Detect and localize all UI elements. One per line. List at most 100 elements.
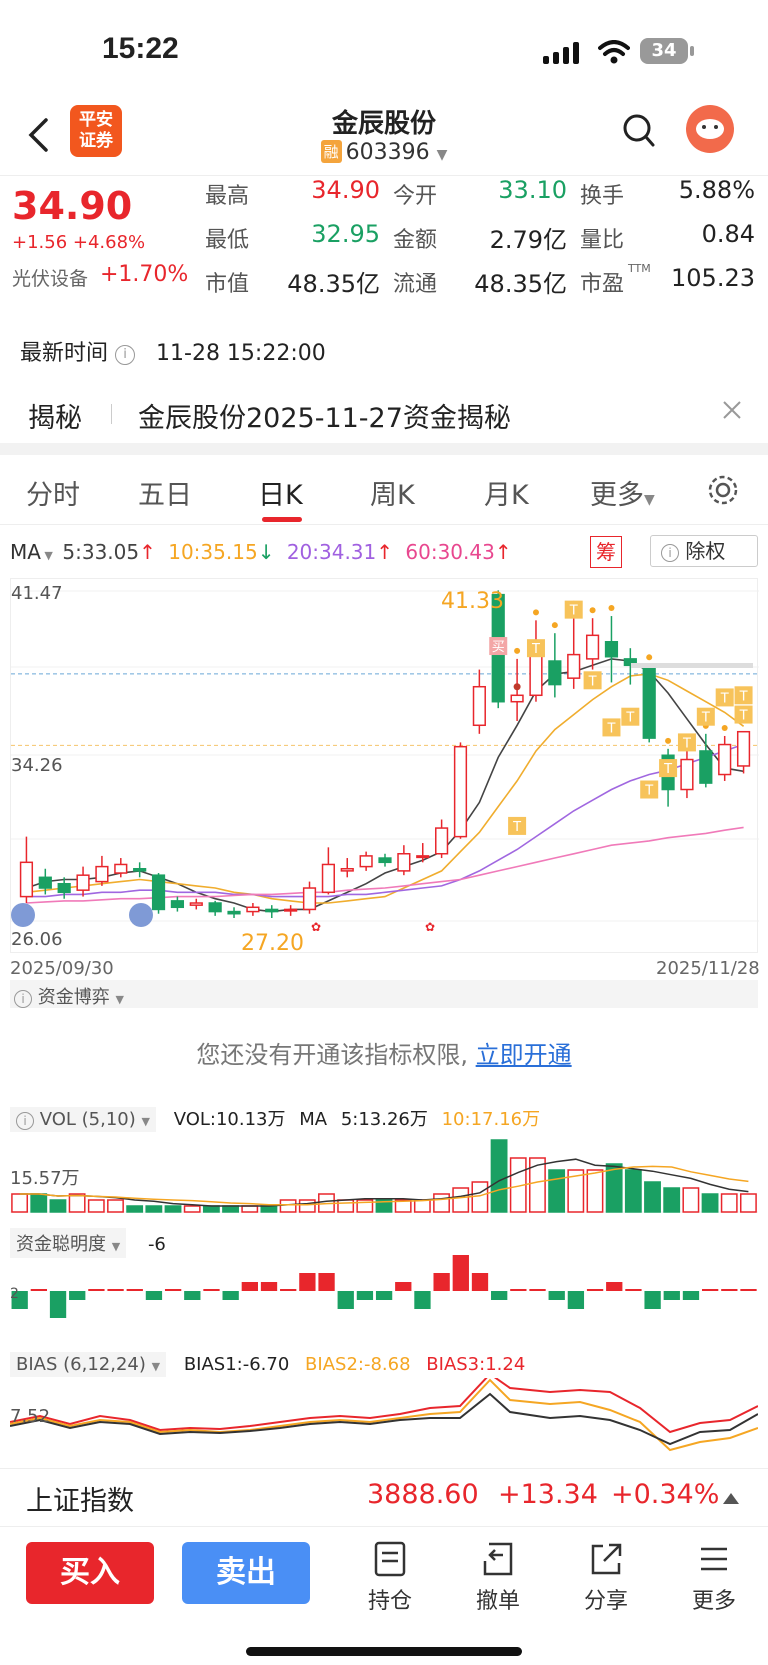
smart-bar — [241, 1282, 258, 1291]
tab-intraday[interactable]: 分时 — [26, 473, 80, 512]
tab-five-day[interactable]: 五日 — [138, 473, 192, 512]
t-marker: T — [621, 707, 640, 726]
vol-ma-label: MA — [299, 1109, 328, 1130]
vol-axis-label: 15.57万 — [10, 1168, 80, 1189]
smart-bar — [337, 1291, 354, 1309]
svg-text:T: T — [682, 736, 691, 751]
holdings-button[interactable]: 持仓 — [350, 1541, 430, 1615]
t-marker: T — [715, 688, 734, 707]
bias-selector[interactable]: BIAS (6,12,24) ▼ — [10, 1352, 167, 1377]
candle-body — [284, 908, 298, 912]
smart-bar — [740, 1289, 757, 1291]
vol-bar — [30, 1193, 48, 1213]
open-permission-link[interactable]: 立即开通 — [476, 1041, 572, 1069]
volratio-label: 量比 — [580, 228, 625, 253]
candle-body — [321, 863, 335, 894]
smart-bar — [452, 1255, 469, 1291]
menu-icon — [701, 1547, 727, 1571]
vol-bar — [68, 1193, 86, 1213]
svg-text:T: T — [531, 642, 540, 657]
candle-body — [189, 902, 203, 906]
volume-chart[interactable] — [10, 1132, 758, 1217]
chip-button[interactable]: 筹 — [590, 536, 622, 568]
vol-bar — [413, 1199, 431, 1213]
undo-icon — [483, 1542, 513, 1576]
fund-game-selector[interactable]: i 资金博弈 ▼ — [14, 983, 124, 1009]
smart-bar — [260, 1282, 278, 1291]
index-bar[interactable]: 上证指数 3888.60 +13.34 +0.34% — [0, 1468, 768, 1526]
chevron-up-icon[interactable] — [722, 1491, 740, 1505]
chevron-down-icon: ▼ — [644, 492, 655, 508]
candle-body — [19, 861, 34, 898]
svg-text:T: T — [588, 674, 597, 689]
pe-label: 市盈 — [580, 272, 625, 297]
share-button[interactable]: 分享 — [566, 1541, 646, 1615]
turnover-value: 5.88% — [678, 176, 755, 204]
info-icon: i — [661, 544, 679, 562]
candle-body — [151, 874, 166, 911]
chevron-down-icon: ▼ — [141, 1115, 150, 1128]
gear-icon[interactable] — [706, 473, 740, 507]
smart-bar — [395, 1282, 412, 1291]
reveal-text: 金辰股份2025-11-27资金揭秘 — [138, 403, 511, 434]
reveal-banner[interactable]: 揭秘 金辰股份2025-11-27资金揭秘 — [0, 378, 768, 443]
bias2-value: BIAS2:-8.68 — [305, 1354, 411, 1375]
tab-more[interactable]: 更多▼ — [590, 473, 655, 512]
share-icon — [591, 1543, 622, 1575]
vol-selector[interactable]: i VOL (5,10) ▼ — [10, 1107, 156, 1132]
t-marker: T — [508, 816, 527, 835]
open-label: 今开 — [393, 184, 438, 209]
section-divider — [0, 443, 768, 455]
fund-game-header[interactable]: i 资金博弈 ▼ — [10, 980, 758, 1008]
index-name: 上证指数 — [26, 1486, 134, 1517]
ma60-value: 60:30.43 — [405, 540, 495, 564]
t-marker: T — [526, 639, 545, 658]
vol-bar — [682, 1187, 700, 1213]
exright-button[interactable]: i 除权 — [650, 535, 758, 567]
bias-chart[interactable] — [10, 1378, 758, 1468]
kline-chart[interactable]: T T T T T T T T T T T T T 买 ✿ ✿ 41.47 34.26 26.06 41.33… — [10, 578, 759, 956]
tab-indicator — [262, 517, 302, 522]
sector-name[interactable]: 光伏设备 — [12, 264, 88, 291]
smart-money-chart[interactable] — [10, 1255, 758, 1340]
x-end-label: 2025/11/28 — [656, 958, 760, 979]
info-icon[interactable]: i — [115, 345, 136, 365]
smart-bar — [69, 1291, 86, 1300]
ma-selector[interactable]: MA ▼ — [10, 540, 56, 564]
smart-bar — [625, 1289, 642, 1291]
tab-monthly-k[interactable]: 月K — [484, 473, 529, 512]
candle-body — [510, 694, 524, 703]
search-icon[interactable] — [622, 113, 656, 149]
tab-daily-k[interactable]: 日K — [258, 473, 303, 512]
tab-weekly-k[interactable]: 周K — [370, 473, 415, 512]
vol-bar — [164, 1205, 182, 1213]
up-arrow-icon: ↑ — [494, 540, 512, 564]
smart-selector[interactable]: 资金聪明度 ▼ — [10, 1228, 127, 1258]
signal-dot — [514, 647, 521, 654]
smart-bar — [701, 1289, 719, 1291]
signal-dot — [665, 737, 672, 744]
bias-header: BIAS (6,12,24) ▼ BIAS1:-6.70 BIAS2:-8.68… — [10, 1352, 525, 1377]
svg-text:T: T — [739, 689, 748, 704]
svg-text:T: T — [701, 711, 710, 726]
vol-bar — [529, 1157, 546, 1213]
index-change: +13.34 — [498, 1479, 598, 1510]
info-icon: i — [14, 990, 32, 1008]
vol-bar — [452, 1187, 470, 1213]
more-button[interactable]: 更多 — [674, 1541, 754, 1615]
close-icon[interactable] — [722, 400, 742, 420]
reveal-label: 揭秘 — [28, 403, 82, 434]
vol-header: i VOL (5,10) ▼ VOL:10.13万 MA 5:13.26万 10… — [10, 1105, 758, 1132]
cancel-order-button[interactable]: 撤单 — [458, 1541, 538, 1615]
buy-button[interactable]: 买入 — [26, 1542, 154, 1604]
index-pct: +0.34% — [611, 1479, 720, 1510]
svg-text:T: T — [644, 784, 653, 799]
vol-bar — [644, 1181, 661, 1213]
avatar[interactable] — [686, 105, 734, 153]
candle-body — [416, 855, 430, 859]
candle-body — [208, 902, 222, 913]
svg-text:T: T — [569, 604, 578, 619]
sell-button[interactable]: 卖出 — [182, 1542, 310, 1604]
smart-bar — [299, 1273, 316, 1291]
update-time: 11-28 15:22:00 — [156, 341, 326, 366]
